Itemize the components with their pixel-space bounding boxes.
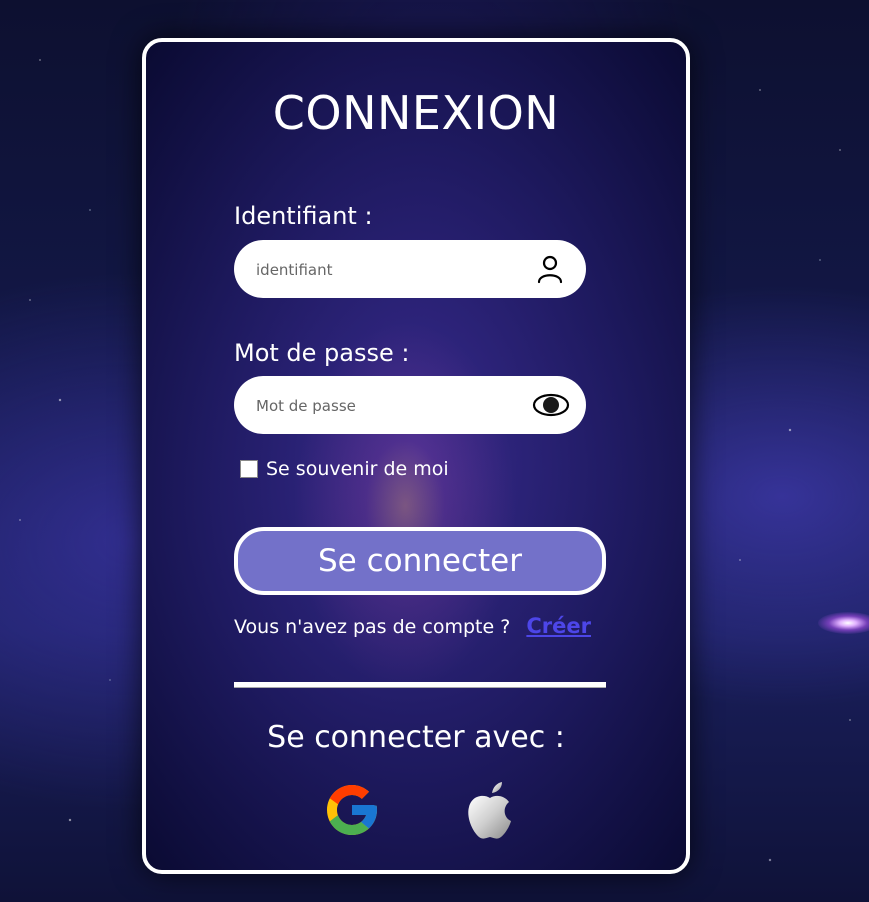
password-input[interactable]: [254, 376, 518, 436]
galaxy-decoration: [818, 612, 869, 634]
remember-me[interactable]: Se souvenir de moi: [240, 458, 449, 480]
username-label: Identifiant :: [234, 202, 373, 230]
divider: [234, 682, 606, 688]
google-icon[interactable]: [322, 780, 382, 840]
eye-icon[interactable]: [530, 389, 572, 421]
signup-prompt: Vous n'avez pas de compte ? Créer: [234, 614, 591, 638]
username-field-container: [234, 240, 586, 300]
apple-icon[interactable]: [462, 780, 518, 842]
remember-label: Se souvenir de moi: [266, 458, 449, 480]
no-account-text: Vous n'avez pas de compte ?: [234, 616, 511, 638]
social-login-title: Se connecter avec :: [267, 720, 565, 755]
login-button[interactable]: Se connecter: [234, 527, 606, 595]
user-icon: [537, 255, 563, 284]
login-card: CONNEXION Identifiant : Mot de passe : S…: [142, 38, 690, 874]
password-field-container: [234, 376, 586, 436]
page-title: CONNEXION: [272, 86, 560, 140]
create-account-link[interactable]: Créer: [526, 614, 591, 638]
username-input[interactable]: [254, 240, 518, 300]
remember-checkbox[interactable]: [240, 460, 258, 478]
password-label: Mot de passe :: [234, 339, 410, 367]
